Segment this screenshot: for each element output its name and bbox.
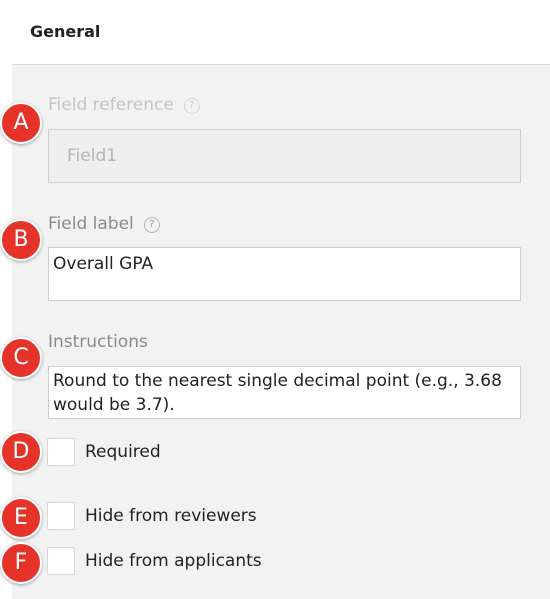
- field-label-input[interactable]: Overall GPA: [48, 247, 521, 301]
- annotation-marker-f: F: [0, 542, 42, 584]
- help-icon[interactable]: ?: [183, 98, 200, 114]
- annotation-marker-e: E: [0, 497, 42, 539]
- annotation-marker-b: B: [0, 219, 42, 261]
- required-checkbox[interactable]: [47, 438, 75, 466]
- field-label-label-row: Field label?: [48, 214, 160, 234]
- help-icon[interactable]: ?: [143, 217, 160, 233]
- required-label[interactable]: Required: [85, 442, 161, 462]
- field-reference-label: Field reference: [48, 95, 174, 115]
- field-reference-input: Field1: [48, 129, 521, 183]
- field-label-label: Field label: [48, 214, 134, 234]
- instructions-label: Instructions: [48, 332, 148, 352]
- section-title: General: [30, 22, 101, 41]
- section-header: General: [12, 0, 550, 65]
- hide-from-reviewers-checkbox[interactable]: [47, 502, 75, 530]
- instructions-textarea[interactable]: Round to the nearest single decimal poin…: [48, 366, 521, 419]
- annotation-marker-d: D: [0, 431, 42, 473]
- hide-from-applicants-label[interactable]: Hide from applicants: [85, 551, 262, 571]
- annotation-marker-a: A: [0, 102, 42, 144]
- hide-from-reviewers-label[interactable]: Hide from reviewers: [85, 506, 257, 526]
- annotation-marker-c: C: [0, 337, 42, 379]
- field-reference-label-row: Field reference?: [48, 95, 200, 115]
- hide-from-applicants-checkbox[interactable]: [47, 547, 75, 575]
